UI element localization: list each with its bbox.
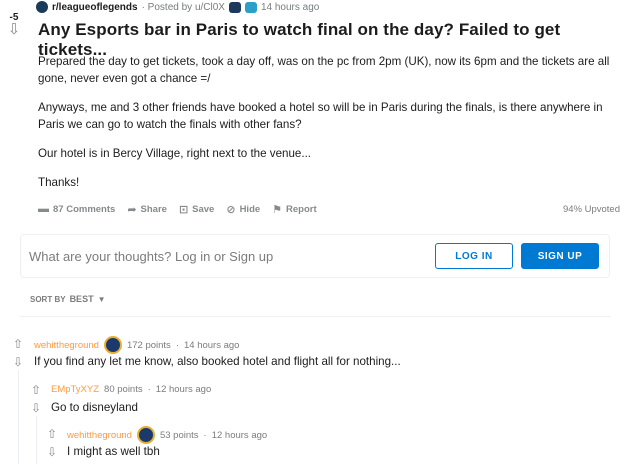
- comment-meta: wehittheground 53 points · 12 hours ago: [67, 426, 267, 444]
- post-paragraph: Thanks!: [38, 176, 80, 189]
- post-actions: ▬ 87 Comments ➦ Share ⊡ Save ⊘ Hide ⚑ Re…: [38, 201, 620, 217]
- upvote-ratio: 94% Upvoted: [562, 203, 620, 215]
- downvote-arrow-icon[interactable]: ⇩: [29, 402, 43, 414]
- save-label: Save: [192, 203, 215, 215]
- avatar: [136, 426, 155, 444]
- comment-text: I might as well tbh: [67, 445, 160, 458]
- hide-button[interactable]: ⊘ Hide: [226, 203, 260, 216]
- comment-author[interactable]: wehittheground: [67, 430, 132, 441]
- comment-text: Go to disneyland: [51, 401, 139, 414]
- post-paragraph: Anyways, me and 3 other friends have boo…: [38, 101, 603, 131]
- post-meta: r/leagueoflegends · Posted by u/Cl0X 14 …: [36, 0, 319, 14]
- comment-icon: ▬: [38, 203, 49, 215]
- thread-line[interactable]: [36, 416, 37, 464]
- comments-button[interactable]: ▬ 87 Comments: [38, 203, 115, 215]
- upvote-arrow-icon[interactable]: ⇧: [11, 338, 25, 350]
- sort-value: BEST: [69, 294, 94, 304]
- comment-votes: ⇧ ⇩: [29, 384, 43, 414]
- comment-points: 53 points: [159, 429, 199, 441]
- separator: ·: [203, 429, 207, 441]
- award-icon[interactable]: [244, 1, 257, 13]
- comment-author[interactable]: wehittheground: [34, 340, 99, 351]
- flag-icon: ⚑: [272, 203, 283, 216]
- downvote-arrow-icon[interactable]: ⇩: [4, 22, 24, 37]
- downvote-arrow-icon[interactable]: ⇩: [11, 356, 25, 368]
- divider: [20, 316, 610, 317]
- separator: ·: [175, 339, 179, 351]
- avatar: [103, 336, 122, 354]
- comment-time: 12 hours ago: [155, 384, 212, 395]
- thread-line[interactable]: [18, 370, 19, 464]
- hide-icon: ⊘: [226, 203, 236, 216]
- report-button[interactable]: ⚑ Report: [272, 203, 317, 216]
- comment-time: 12 hours ago: [211, 429, 268, 441]
- comment-points: 80 points: [104, 384, 143, 395]
- login-prompt[interactable]: What are your thoughts? Log in or Sign u…: [29, 249, 435, 264]
- upvote-arrow-icon[interactable]: ⇧: [45, 428, 59, 440]
- save-button[interactable]: ⊡ Save: [179, 203, 214, 216]
- award-icon[interactable]: [228, 1, 241, 13]
- sort-dropdown[interactable]: SORT BY BEST ▼: [30, 294, 106, 304]
- hide-label: Hide: [239, 203, 261, 215]
- post-body: Prepared the day to get tickets, took a …: [38, 53, 618, 203]
- downvote-arrow-icon[interactable]: ⇩: [45, 446, 59, 458]
- comment-points: 172 points: [126, 339, 171, 351]
- comment-author[interactable]: EMpTyXYZ: [51, 384, 99, 395]
- comment-login-box: What are your thoughts? Log in or Sign u…: [20, 234, 610, 278]
- bookmark-icon: ⊡: [178, 203, 189, 216]
- caret-down-icon: ▼: [97, 294, 106, 304]
- comments-label: 87 Comments: [53, 203, 116, 215]
- login-button[interactable]: LOG IN: [435, 243, 513, 269]
- share-arrow-icon: ➦: [127, 203, 137, 216]
- posted-by[interactable]: · Posted by u/Cl0X: [142, 2, 225, 13]
- signup-button[interactable]: SIGN UP: [521, 243, 599, 269]
- share-button[interactable]: ➦ Share: [127, 203, 167, 216]
- upvote-arrow-icon[interactable]: ⇧: [29, 384, 43, 396]
- comment-meta: EMpTyXYZ 80 points · 12 hours ago: [51, 384, 211, 395]
- sort-label: SORT BY: [30, 294, 66, 304]
- comment-meta: wehittheground 172 points · 14 hours ago: [34, 336, 239, 354]
- comment-time: 14 hours ago: [183, 339, 240, 351]
- post-vote-column: -5 ⇩: [4, 12, 24, 37]
- post-time: 14 hours ago: [260, 1, 320, 13]
- report-label: Report: [286, 203, 317, 215]
- comment-text: If you find any let me know, also booked…: [34, 355, 401, 368]
- post-paragraph: Our hotel is in Bercy Village, right nex…: [38, 147, 312, 160]
- comment-votes: ⇧ ⇩: [11, 338, 25, 368]
- separator: ·: [147, 384, 151, 395]
- share-label: Share: [140, 203, 167, 215]
- subreddit-icon[interactable]: [36, 1, 48, 13]
- comment-votes: ⇧ ⇩: [45, 428, 59, 458]
- post-paragraph: Prepared the day to get tickets, took a …: [38, 55, 610, 85]
- subreddit-link[interactable]: r/leagueoflegends: [52, 2, 138, 13]
